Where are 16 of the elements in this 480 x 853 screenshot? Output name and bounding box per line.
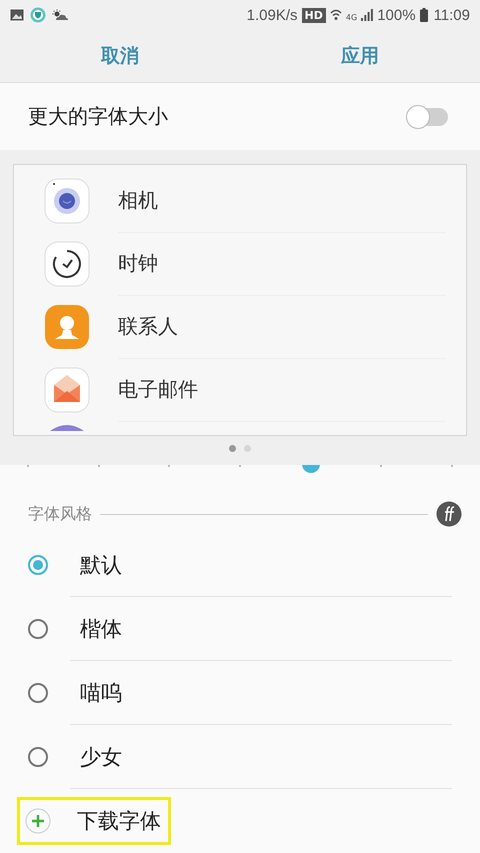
font-option[interactable]: 喵呜 <box>80 679 122 707</box>
font-option[interactable]: 少女 <box>80 743 122 771</box>
app-name: 相机 <box>118 168 446 232</box>
hd-badge: HD <box>302 8 326 22</box>
clock-time: 11:09 <box>434 6 470 24</box>
network-type: 4G <box>346 12 358 22</box>
font-option[interactable]: 楷体 <box>80 615 122 643</box>
app-name: 联系人 <box>118 294 446 358</box>
network-speed: 1.09K/s <box>246 6 298 24</box>
font-option[interactable]: 默认 <box>80 551 122 579</box>
setting-label: 更大的字体大小 <box>28 103 168 130</box>
app-name: 时钟 <box>118 232 446 296</box>
section-title: 字体风格 <box>28 504 92 524</box>
download-fonts-link[interactable]: 下载字体 <box>77 807 161 835</box>
app-name: 电子邮件 <box>118 358 446 422</box>
battery-level: 100% <box>377 6 416 24</box>
